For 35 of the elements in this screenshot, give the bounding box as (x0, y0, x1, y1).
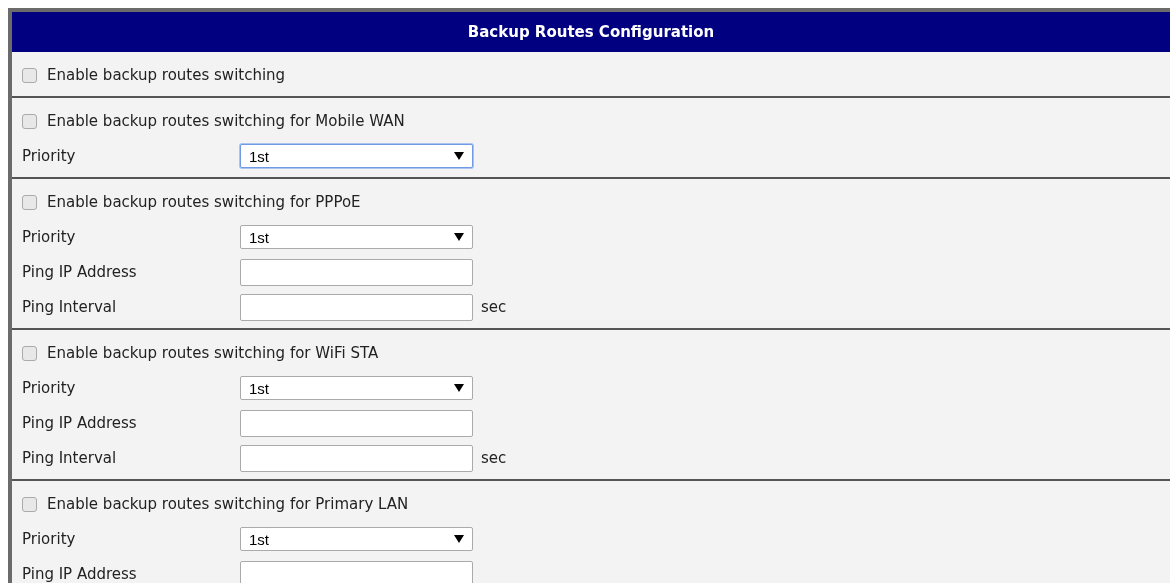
unit-label: sec (481, 298, 507, 316)
checkbox-label: Enable backup routes switching for Mobile WAN (47, 112, 405, 130)
checkbox[interactable] (22, 67, 37, 83)
panel-title: Backup Routes Configuration (12, 12, 1170, 52)
priority-dropdown[interactable]: 1st (240, 527, 473, 551)
field-label: Ping Interval (22, 449, 118, 467)
field-label: Priority (22, 379, 77, 397)
checkbox-label: Enable backup routes switching (47, 66, 286, 84)
field-label: Priority (22, 530, 77, 548)
checkbox[interactable] (22, 496, 37, 512)
input-field[interactable] (240, 560, 473, 583)
input-field[interactable] (240, 444, 473, 472)
input-field[interactable] (240, 293, 473, 321)
checkbox[interactable] (22, 113, 37, 129)
priority-dropdown[interactable]: 1st (240, 225, 473, 249)
input-field[interactable] (240, 409, 473, 437)
caret-icon (454, 233, 464, 241)
checkbox[interactable] (22, 194, 37, 210)
caret-icon (454, 384, 464, 392)
field-label: Ping IP Address (22, 263, 138, 281)
field-label: Ping IP Address (22, 565, 138, 583)
field-label: Ping IP Address (22, 414, 138, 432)
priority-dropdown[interactable]: 1st (240, 376, 473, 400)
caret-icon (454, 152, 464, 160)
priority-dropdown[interactable]: 1st (240, 144, 473, 168)
caret-icon (454, 535, 464, 543)
field-label: Ping Interval (22, 298, 118, 316)
field-label: Priority (22, 147, 77, 165)
checkbox-label: Enable backup routes switching for WiFi STA (47, 344, 379, 362)
checkbox-label: Enable backup routes switching for Primary LAN (47, 495, 409, 513)
checkbox-label: Enable backup routes switching for PPPoE (47, 193, 361, 211)
field-label: Priority (22, 228, 77, 246)
input-field[interactable] (240, 258, 473, 286)
checkbox[interactable] (22, 345, 37, 361)
unit-label: sec (481, 449, 507, 467)
